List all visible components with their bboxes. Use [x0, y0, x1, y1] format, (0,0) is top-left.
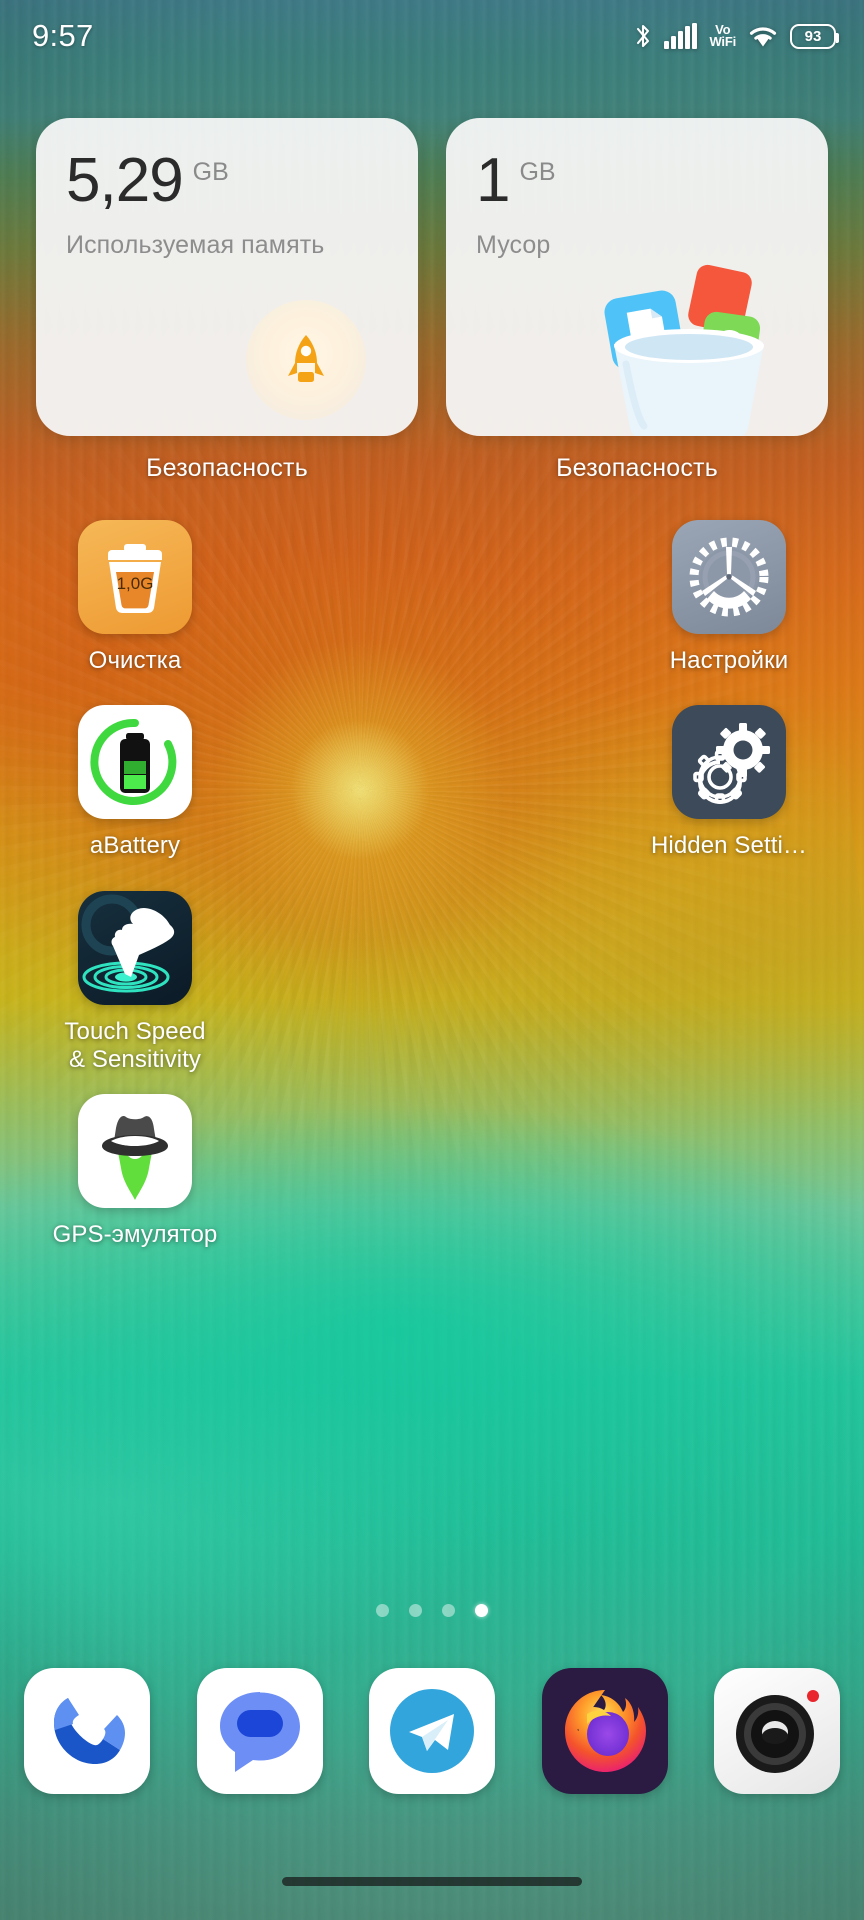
widget-memory-unit: GB [192, 158, 229, 186]
widget-memory-card[interactable]: 5,29 GB Используемая память [36, 118, 418, 436]
phone-icon[interactable] [24, 1668, 150, 1794]
widget-trash-value-row: 1 GB [476, 146, 828, 215]
status-bar-icons: Vo WiFi 93 [633, 22, 839, 50]
page-dot-4-active[interactable] [475, 1604, 488, 1617]
app-gps-emulator-label: GPS-эмулятор [52, 1221, 218, 1249]
dock-item-firefox[interactable] [540, 1668, 670, 1794]
app-settings-label: Настройки [669, 647, 789, 674]
widget-memory-value-row: 5,29 GB [66, 146, 418, 215]
page-dot-2[interactable] [409, 1604, 422, 1617]
widget-memory[interactable]: 5,29 GB Используемая память Безопасность [36, 118, 418, 483]
dock-item-telegram[interactable] [367, 1668, 497, 1794]
camera-icon[interactable] [714, 1668, 840, 1794]
widget-trash-value: 1 [476, 146, 510, 215]
app-touch-speed[interactable]: Touch Speed & Sensitivity [36, 890, 234, 1075]
volte-label-bottom: WiFi [709, 34, 736, 49]
app-abattery-label: aBattery [89, 832, 181, 860]
status-bar-clock: 9:57 [32, 18, 94, 53]
app-grid: 1,0G Очистка Настройки aBattery Hidden S… [0, 520, 864, 1264]
cleanup-badge-text: 1,0G [117, 574, 154, 593]
app-hidden-settings-label: Hidden Setti… [650, 832, 808, 860]
dock-item-messages[interactable] [195, 1668, 325, 1794]
firefox-icon[interactable] [541, 1668, 668, 1794]
app-cleanup-label: Очистка [88, 647, 182, 674]
page-dot-1[interactable] [376, 1604, 389, 1617]
app-row-1: aBattery Hidden Setti… [0, 705, 864, 860]
messages-icon[interactable] [196, 1668, 323, 1794]
cleanup-trash-icon[interactable]: 1,0G [78, 520, 192, 634]
dock [0, 1668, 864, 1794]
dock-item-camera[interactable] [712, 1668, 842, 1794]
home-gesture-pill[interactable] [282, 1877, 582, 1886]
widget-memory-label: Используемая память [66, 231, 325, 260]
widget-memory-caption: Безопасность [146, 454, 308, 482]
trash-bin-illustration[interactable] [584, 256, 794, 436]
widget-trash-card[interactable]: 1 GB Мусор [446, 118, 828, 436]
battery-icon: 93 [790, 23, 839, 49]
volte-wifi-icon: Vo WiFi [709, 22, 736, 49]
dock-item-phone[interactable] [22, 1668, 152, 1794]
page-dot-3[interactable] [442, 1604, 455, 1617]
telegram-icon[interactable] [369, 1668, 495, 1794]
app-row-2: Touch Speed & Sensitivity [0, 890, 864, 1075]
widget-trash-caption: Безопасность [556, 454, 718, 482]
gear-icon[interactable] [672, 520, 786, 634]
widget-trash-unit: GB [519, 158, 556, 186]
app-gps-emulator[interactable]: GPS-эмулятор [36, 1094, 234, 1249]
battery-level-text: 93 [804, 27, 822, 45]
widget-memory-value: 5,29 [66, 146, 184, 215]
cellular-signal-icon [664, 23, 698, 49]
navigation-bar[interactable] [0, 1877, 864, 1886]
app-hidden-settings[interactable]: Hidden Setti… [630, 705, 828, 860]
app-row-3: GPS-эмулятор [0, 1094, 864, 1249]
app-row-0: 1,0G Очистка Настройки [0, 520, 864, 675]
status-bar: 9:57 Vo WiFi 93 [0, 0, 864, 72]
widget-row: 5,29 GB Используемая память Безопасность… [0, 118, 864, 483]
hand-tap-ripple-icon[interactable] [78, 890, 192, 1005]
double-gear-icon[interactable] [672, 705, 786, 820]
battery-ring-icon[interactable] [78, 705, 192, 820]
app-abattery[interactable]: aBattery [36, 705, 234, 860]
app-touch-speed-label: Touch Speed & Sensitivity [64, 1017, 206, 1073]
fedora-pin-icon[interactable] [78, 1094, 192, 1209]
wifi-icon [747, 24, 779, 49]
bluetooth-icon [633, 22, 653, 50]
widget-trash[interactable]: 1 GB Мусор Безопасность [446, 118, 828, 483]
app-settings[interactable]: Настройки [630, 520, 828, 675]
rocket-icon[interactable] [246, 300, 366, 420]
app-cleanup[interactable]: 1,0G Очистка [36, 520, 234, 675]
page-indicator[interactable] [0, 1604, 864, 1617]
